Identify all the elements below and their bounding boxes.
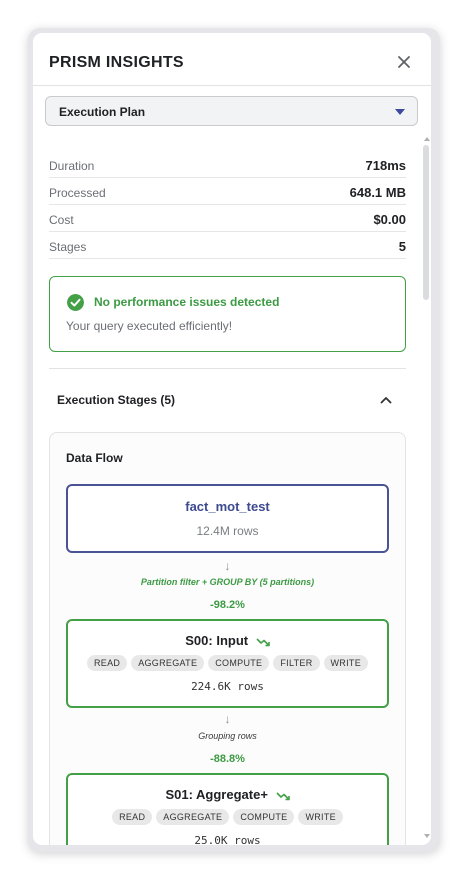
data-flow-title: Data Flow (66, 451, 123, 465)
stage-node-s01[interactable]: S01: Aggregate+ READ AGGREGATE COMPUTE W… (66, 773, 389, 845)
stage-tag: COMPUTE (208, 655, 270, 671)
stat-value: 5 (398, 239, 406, 254)
stage-title: S01: Aggregate+ (165, 787, 268, 802)
edge-reduction: -88.8% (210, 753, 245, 765)
stage-tags: READ AGGREGATE COMPUTE WRITE (68, 809, 387, 825)
arrow-down-icon: ↓ (224, 712, 231, 726)
insights-panel: PRISM INSIGHTS Execution Plan Duration 7… (33, 33, 431, 845)
arrow-down-icon: ↓ (224, 559, 231, 573)
edge-label: Grouping rows (198, 731, 257, 741)
edge-label: Partition filter + GROUP BY (5 partition… (140, 577, 315, 587)
stage-row-count: 25.0K rows (194, 834, 261, 845)
trending-down-icon (275, 791, 290, 800)
chevron-up-icon[interactable] (380, 395, 392, 405)
stage-row-count: 224.6K rows (191, 680, 264, 693)
stat-value: $0.00 (373, 212, 406, 227)
status-subtitle: Your query executed efficiently! (66, 319, 233, 333)
stage-tags: READ AGGREGATE COMPUTE FILTER WRITE (68, 655, 387, 671)
scroll-down-arrow-icon[interactable] (424, 834, 430, 838)
stage-tag: READ (86, 655, 128, 671)
stat-label: Stages (49, 240, 87, 254)
stat-value: 648.1 MB (349, 185, 406, 200)
panel-content: Duration 718ms Processed 648.1 MB Cost $… (33, 33, 417, 845)
trending-down-icon (256, 637, 270, 646)
stat-value: 718ms (365, 158, 406, 173)
stat-label: Duration (49, 159, 95, 173)
stage-title: S00: Input (185, 633, 249, 648)
source-row-count: 12.4M rows (196, 524, 259, 538)
scroll-up-arrow-icon[interactable] (424, 137, 430, 141)
stage-node-s00[interactable]: S00: Input READ AGGREGATE COMPUTE FILTER… (66, 619, 389, 708)
stat-row-duration: Duration 718ms (49, 151, 406, 178)
stage-tag: WRITE (298, 809, 343, 825)
scrollbar-thumb[interactable] (423, 145, 429, 300)
stage-tag: AGGREGATE (131, 655, 205, 671)
edge-reduction: -98.2% (210, 599, 245, 611)
stage-tag: FILTER (273, 655, 320, 671)
section-title: Execution Stages (5) (57, 393, 176, 407)
execution-stages-header[interactable]: Execution Stages (5) (49, 383, 406, 417)
stage-title-row: S00: Input (68, 633, 387, 648)
stage-tag: WRITE (323, 655, 368, 671)
stat-label: Processed (49, 186, 106, 200)
stage-title-row: S01: Aggregate+ (68, 787, 387, 802)
status-banner: No performance issues detected Your quer… (49, 276, 406, 352)
check-circle-icon (67, 294, 84, 311)
data-flow-card: Data Flow fact_mot_test 12.4M rows ↓ Par… (49, 432, 406, 845)
status-title: No performance issues detected (94, 295, 280, 309)
source-table-name: fact_mot_test (185, 499, 270, 514)
section-divider (49, 368, 406, 369)
stage-tag: READ (112, 809, 153, 825)
stat-row-cost: Cost $0.00 (49, 205, 406, 232)
stat-label: Cost (49, 213, 74, 227)
stat-row-processed: Processed 648.1 MB (49, 178, 406, 205)
stage-tag: AGGREGATE (156, 809, 230, 825)
stat-row-stages: Stages 5 (49, 232, 406, 259)
stage-tag: COMPUTE (233, 809, 295, 825)
source-table-node[interactable]: fact_mot_test 12.4M rows (66, 484, 389, 553)
